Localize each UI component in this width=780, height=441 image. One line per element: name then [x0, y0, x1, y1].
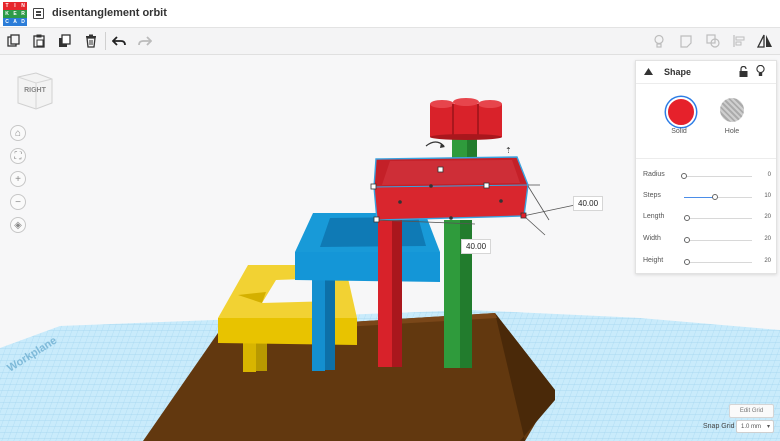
length-slider[interactable]	[684, 215, 752, 221]
depth-dimension-label[interactable]: 40.00	[461, 239, 492, 254]
width-slider[interactable]	[684, 237, 752, 243]
light-bulb-icon[interactable]	[650, 32, 668, 50]
light-bulb-icon[interactable]	[756, 65, 765, 77]
perspective-button[interactable]: ◈	[10, 217, 26, 233]
redo-icon[interactable]	[136, 32, 154, 50]
logo-letter: A	[11, 18, 19, 26]
shape-panel-title: Shape	[664, 67, 692, 77]
steps-slider-knob[interactable]	[711, 194, 718, 200]
width-value[interactable]: 20	[753, 236, 771, 242]
lock-icon[interactable]	[739, 66, 748, 77]
radius-slider-knob[interactable]	[681, 173, 687, 179]
top-bar: TINKERCAD disentanglement orbit	[0, 0, 780, 28]
shape-panel-header: Shape	[636, 61, 776, 84]
logo-letter: C	[3, 18, 11, 26]
snap-grid-label: Snap Grid	[703, 423, 735, 430]
logo-letter: E	[11, 10, 19, 18]
shape-inspector-panel: Shape Solid Hole Radius 0 Steps 10 Length 20 W…	[635, 60, 777, 274]
edge-handle[interactable]	[449, 216, 453, 220]
duplicate-icon[interactable]	[56, 32, 74, 50]
fit-icon: ⛶	[14, 150, 22, 162]
tinkercad-logo[interactable]: TINKERCAD	[3, 2, 27, 26]
length-value[interactable]: 20	[753, 214, 771, 220]
home-view-button[interactable]: ⌂	[10, 125, 26, 141]
toolbar-separator	[105, 32, 106, 50]
paste-icon[interactable]	[30, 32, 48, 50]
logo-letter: N	[19, 2, 27, 10]
design-list-icon[interactable]	[33, 8, 44, 19]
length-slider-knob[interactable]	[684, 215, 691, 221]
radius-value[interactable]: 0	[753, 172, 771, 178]
red-pillar-shape[interactable]	[378, 220, 402, 367]
view-cube[interactable]: RIGHT	[14, 71, 54, 111]
width-dimension-label[interactable]: 40.00	[573, 196, 604, 211]
align-icon[interactable]	[730, 32, 748, 50]
hole-label: Hole	[724, 128, 740, 135]
steps-slider-fill	[684, 197, 715, 198]
logo-letter: T	[3, 2, 11, 10]
logo-letter: K	[3, 10, 11, 18]
resize-handle[interactable]	[370, 183, 377, 190]
snap-grid-select[interactable]: 1.0 mm ▾	[736, 420, 774, 433]
radius-label: Radius	[643, 171, 665, 178]
resize-handle[interactable]	[373, 216, 380, 223]
perspective-icon: ◈	[14, 219, 22, 231]
resize-handle[interactable]	[483, 182, 490, 189]
height-slider[interactable]	[684, 259, 752, 265]
steps-value[interactable]: 10	[753, 193, 771, 199]
red-cloud-shape[interactable]	[430, 98, 502, 140]
edit-grid-button[interactable]: Edit Grid	[729, 404, 774, 418]
zoom-out-button[interactable]: −	[10, 194, 26, 210]
logo-letter: D	[19, 18, 27, 26]
panel-divider	[636, 158, 776, 159]
zoom-in-icon: +	[15, 173, 21, 185]
width-label: Width	[643, 235, 661, 242]
copy-icon[interactable]	[5, 32, 23, 50]
fit-view-button[interactable]: ⛶	[10, 148, 26, 164]
view-cube-face-label: RIGHT	[24, 87, 46, 94]
edge-handle[interactable]	[499, 199, 503, 203]
undo-icon[interactable]	[110, 32, 128, 50]
steps-slider[interactable]	[684, 194, 752, 200]
height-handle[interactable]	[437, 166, 444, 173]
edge-handle[interactable]	[429, 184, 433, 188]
height-label: Height	[643, 257, 664, 264]
height-value[interactable]: 20	[753, 258, 771, 264]
solid-label: Solid	[671, 128, 687, 135]
mirror-icon[interactable]	[756, 32, 774, 50]
note-icon[interactable]	[677, 32, 695, 50]
lift-arrow-icon[interactable]: ⇡	[505, 146, 512, 155]
design-title[interactable]: disentanglement orbit	[52, 7, 167, 19]
solid-button[interactable]	[666, 97, 696, 127]
snap-grid-value: 1.0 mm	[741, 424, 762, 430]
selected-red-box-shape[interactable]	[374, 157, 528, 220]
zoom-in-button[interactable]: +	[10, 171, 26, 187]
radius-slider[interactable]	[681, 173, 752, 179]
chevron-down-icon: ▾	[766, 424, 770, 430]
hole-button[interactable]	[720, 98, 744, 122]
logo-letter: R	[19, 10, 27, 18]
zoom-out-icon: −	[15, 196, 21, 208]
edge-handle[interactable]	[398, 200, 402, 204]
width-slider-knob[interactable]	[684, 237, 691, 243]
group-icon[interactable]	[704, 32, 722, 50]
resize-handle[interactable]	[520, 212, 527, 219]
delete-icon[interactable]	[82, 32, 100, 50]
steps-label: Steps	[643, 192, 661, 199]
length-label: Length	[643, 213, 665, 220]
collapse-icon[interactable]	[644, 68, 653, 75]
home-icon: ⌂	[14, 127, 22, 139]
logo-letter: I	[11, 2, 19, 10]
height-slider-knob[interactable]	[684, 259, 691, 265]
edit-toolbar	[0, 28, 780, 55]
